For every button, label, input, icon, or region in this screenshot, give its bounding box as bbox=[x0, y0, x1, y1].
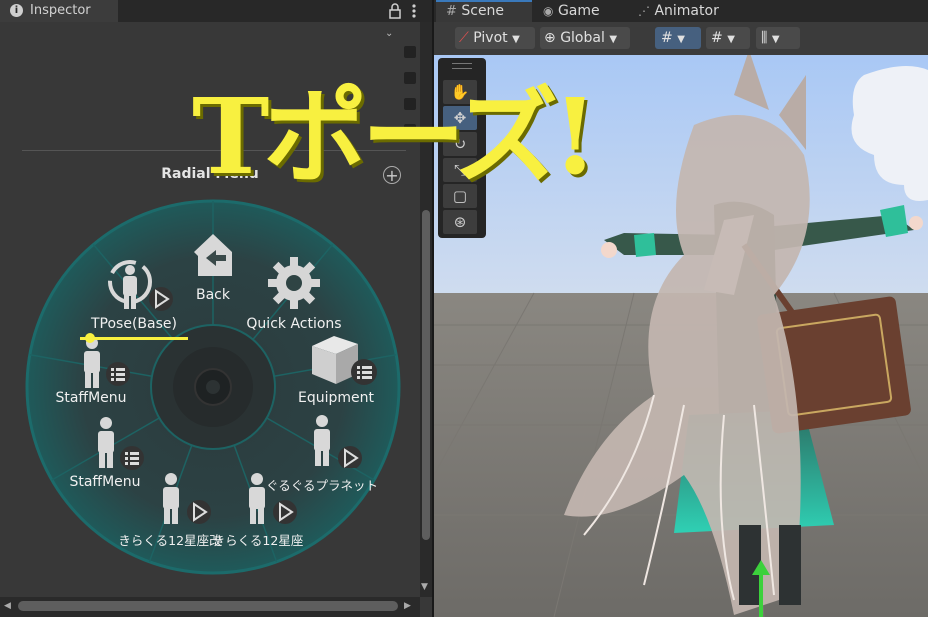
info-icon: i bbox=[10, 4, 23, 17]
chevron-down-icon[interactable]: ⌄ bbox=[385, 28, 393, 39]
gear-icon[interactable] bbox=[265, 254, 323, 312]
global-dropdown[interactable]: ⊕ Global ▼ bbox=[540, 27, 630, 49]
chevron-down-icon: ▼ bbox=[609, 34, 618, 45]
scroll-left-arrow-icon[interactable]: ◀ bbox=[4, 601, 11, 611]
radial-item-staffmenu-lower-label: StaffMenu bbox=[69, 474, 141, 490]
transform-tool-icon[interactable]: ⊛ bbox=[443, 210, 477, 234]
person-submenu-icon[interactable] bbox=[92, 414, 150, 472]
chevron-down-icon: ▼ bbox=[727, 34, 735, 45]
chevron-down-icon: ▼ bbox=[677, 34, 685, 45]
radial-item-guruguru-label: ぐるぐるプラネット bbox=[265, 478, 378, 493]
chevron-down-icon: ▼ bbox=[512, 34, 520, 45]
chevron-down-icon: ▼ bbox=[771, 34, 780, 45]
pivot-icon: ⟋ bbox=[459, 30, 469, 46]
grid-icon: # bbox=[446, 4, 457, 19]
tab-game[interactable]: ◉ Game bbox=[543, 0, 600, 22]
inspector-tab[interactable]: i Inspector bbox=[0, 0, 118, 22]
tab-animator[interactable]: ⋰ Animator bbox=[638, 0, 719, 22]
tpose-highlight-dot bbox=[85, 333, 95, 343]
tab-scene[interactable]: # Scene bbox=[446, 0, 504, 22]
snap-increment-icon: # bbox=[711, 30, 723, 46]
lock-icon[interactable] bbox=[388, 3, 402, 19]
ruler-icon: ⫼ bbox=[761, 30, 768, 46]
person-play-icon[interactable] bbox=[157, 470, 217, 526]
radial-item-staffmenu-upper-label: StaffMenu bbox=[55, 390, 127, 406]
gamepad-icon: ◉ bbox=[543, 4, 554, 18]
kebab-menu-icon[interactable] bbox=[410, 3, 418, 19]
tab-scene-label: Scene bbox=[461, 3, 505, 19]
inspector-tab-label: Inspector bbox=[30, 3, 91, 18]
pivot-label: Pivot bbox=[473, 30, 508, 46]
radial-item-kirakuru-label: きらくる12星座 bbox=[212, 533, 304, 548]
scroll-down-arrow-icon[interactable]: ▼ bbox=[421, 582, 428, 592]
tab-game-label: Game bbox=[557, 3, 600, 19]
radial-item-tpose-label: TPose(Base) bbox=[91, 316, 177, 332]
grid-snap-icon: # bbox=[661, 30, 673, 46]
animator-icon: ⋰ bbox=[638, 4, 650, 18]
scroll-right-arrow-icon[interactable]: ▶ bbox=[404, 601, 411, 611]
ruler-dropdown[interactable]: ⫼ ▼ bbox=[756, 27, 800, 49]
overlay-title: Tポーズ! bbox=[192, 75, 598, 198]
inspector-vertical-scroll-thumb[interactable] bbox=[422, 210, 430, 540]
tab-animator-label: Animator bbox=[654, 3, 719, 19]
tpose-play-icon[interactable] bbox=[106, 256, 178, 316]
grid-snap-toggle[interactable]: # ▼ bbox=[655, 27, 701, 49]
global-label: Global bbox=[560, 30, 605, 46]
radial-item-quick-actions-label: Quick Actions bbox=[246, 316, 342, 332]
tpose-highlight-underline bbox=[80, 337, 188, 340]
person-play-icon[interactable] bbox=[306, 412, 366, 468]
increment-snap-dropdown[interactable]: # ▼ bbox=[706, 27, 750, 49]
box-submenu-icon[interactable] bbox=[308, 332, 380, 388]
globe-icon: ⊕ bbox=[544, 30, 556, 46]
radial-item-equipment-label: Equipment bbox=[298, 390, 374, 406]
person-submenu-icon[interactable] bbox=[78, 334, 136, 392]
pivot-dropdown[interactable]: ⟋ Pivot ▼ bbox=[455, 27, 535, 49]
radial-item-kirakuru-kai-label: きらくる12星座改 bbox=[118, 533, 222, 548]
back-house-icon[interactable] bbox=[186, 228, 240, 282]
radial-item-back-label: Back bbox=[196, 287, 230, 303]
inspector-horizontal-scroll-thumb[interactable] bbox=[18, 601, 398, 611]
